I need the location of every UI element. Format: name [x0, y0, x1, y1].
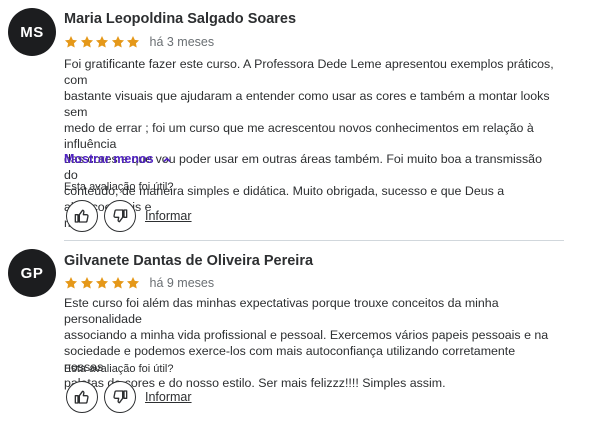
chevron-up-icon — [163, 157, 171, 162]
star-rating: há 3 meses — [64, 35, 214, 49]
review-text-line: Este curso foi além das minhas expectati… — [64, 296, 499, 326]
avatar: MS — [8, 8, 56, 56]
show-less-label: Mostrar menos — [64, 152, 154, 166]
report-link[interactable]: Informar — [145, 209, 192, 223]
star-rating: há 9 meses — [64, 276, 214, 290]
review-text: Este curso foi além das minhas expectati… — [64, 296, 554, 391]
review-text-line: medo de errar ; foi um curso que me acre… — [64, 120, 534, 151]
thumbs-down-button[interactable] — [104, 200, 136, 232]
thumbs-up-icon — [74, 390, 89, 404]
star-icon — [64, 36, 78, 48]
review-time: há 9 meses — [149, 276, 215, 290]
star-icon — [126, 277, 140, 289]
show-less-button[interactable]: Mostrar menos — [64, 152, 172, 166]
star-icon — [95, 36, 109, 48]
star-icon — [80, 277, 93, 289]
thumbs-up-button[interactable] — [66, 200, 98, 232]
thumbs-down-icon — [113, 390, 128, 404]
review-item: MS Maria Leopoldina Salgado Soares há 3 … — [0, 0, 600, 240]
review-time: há 3 meses — [149, 35, 215, 49]
star-icon — [95, 277, 109, 289]
review-text-line: paletas de cores e do nosso estilo. Ser … — [64, 375, 446, 390]
star-icon — [64, 277, 78, 289]
review-text-line: Foi gratificante fazer este curso. A Pro… — [64, 57, 554, 87]
review-text: Foi gratificante fazer este curso. A Pro… — [64, 57, 554, 232]
thumbs-up-icon — [74, 209, 89, 223]
review-text-line: bastante visuais que ajudaram a entender… — [64, 88, 550, 119]
thumbs-up-button[interactable] — [66, 381, 98, 413]
avatar: GP — [8, 249, 56, 297]
reviewer-name: Maria Leopoldina Salgado Soares — [64, 11, 297, 27]
thumbs-down-icon — [113, 209, 128, 223]
star-icon — [126, 36, 140, 48]
star-icon — [111, 36, 124, 48]
helpful-question: Esta avaliação foi útil? — [64, 363, 174, 375]
reviewer-name: Gilvanete Dantas de Oliveira Pereira — [64, 253, 314, 269]
review-text-line: mais. — [64, 216, 554, 232]
report-link[interactable]: Informar — [145, 390, 192, 404]
review-item: GP Gilvanete Dantas de Oliveira Pereira … — [0, 241, 600, 423]
thumbs-down-button[interactable] — [104, 381, 136, 413]
star-icon — [111, 277, 124, 289]
review-text-line: associando a minha vida profissional e p… — [64, 327, 549, 342]
star-icon — [80, 36, 93, 48]
helpful-question: Esta avaliação foi útil? — [64, 181, 174, 193]
